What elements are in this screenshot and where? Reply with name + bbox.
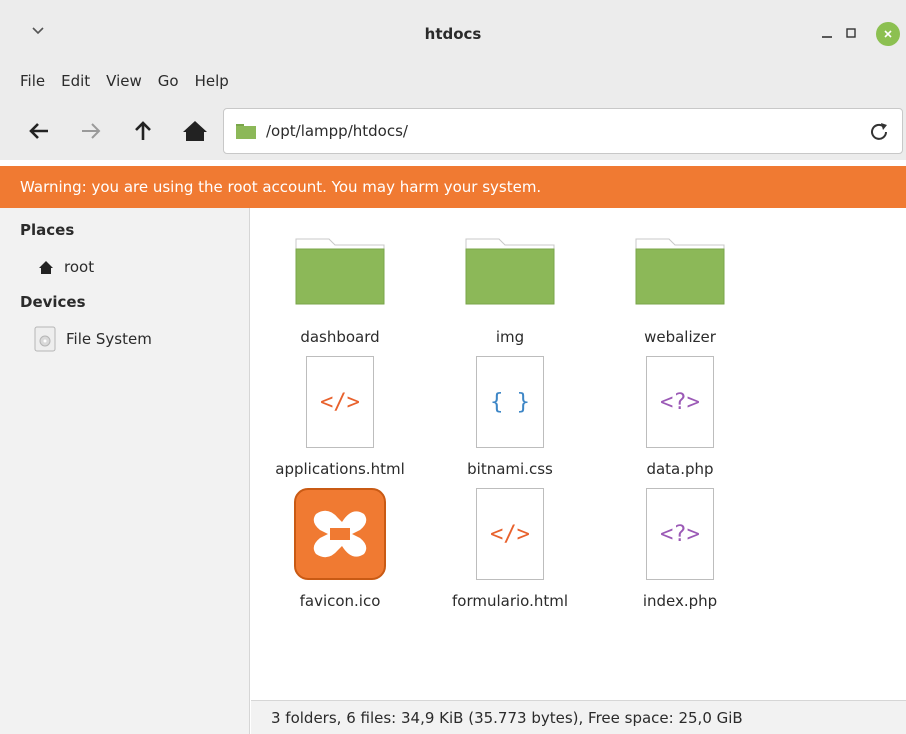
file-label: bitnami.css [467, 460, 553, 478]
window-title: htdocs [424, 25, 482, 43]
back-button[interactable] [22, 114, 56, 148]
maximize-button[interactable] [840, 22, 862, 44]
status-bar: 3 folders, 6 files: 34,9 KiB (35.773 byt… [251, 700, 906, 734]
reload-icon [871, 123, 887, 140]
file-item-dashboard[interactable]: dashboard [255, 220, 425, 350]
reload-button[interactable] [866, 119, 892, 145]
sidebar-item-root[interactable]: root [38, 254, 94, 280]
folder-icon [635, 238, 725, 305]
menu-help[interactable]: Help [195, 72, 229, 90]
file-label: index.php [642, 592, 718, 610]
arrow-left-icon [29, 123, 48, 139]
html-file-icon: </> [306, 356, 374, 448]
close-button[interactable] [876, 22, 900, 46]
warning-text: Warning: you are using the root account.… [20, 178, 542, 196]
html-file-icon: </> [476, 488, 544, 580]
file-label: formulario.html [451, 592, 569, 610]
file-item-bitnami-css[interactable]: { } bitnami.css [425, 352, 595, 482]
up-button[interactable] [126, 114, 160, 148]
file-item-img[interactable]: img [425, 220, 595, 350]
file-item-index-php[interactable]: <?> index.php [595, 484, 765, 614]
menu-go[interactable]: Go [158, 72, 179, 90]
xampp-logo-icon [294, 488, 386, 580]
menu-view[interactable]: View [106, 72, 142, 90]
file-label: webalizer [644, 328, 716, 346]
arrow-right-icon [82, 123, 101, 139]
root-warning-bar: Warning: you are using the root account.… [0, 166, 906, 208]
menu-file[interactable]: File [20, 72, 45, 90]
folder-icon [465, 238, 555, 305]
sidebar-item-label: File System [66, 330, 152, 348]
file-item-applications-html[interactable]: </> applications.html [255, 352, 425, 482]
file-item-favicon-ico[interactable]: favicon.ico [255, 484, 425, 614]
drive-icon [34, 326, 56, 352]
css-file-icon: { } [476, 356, 544, 448]
file-view: dashboard img webalizer </> applications… [251, 208, 906, 700]
file-label: img [495, 328, 525, 346]
menu-bar: File Edit View Go Help [0, 62, 906, 100]
home-icon [39, 260, 53, 274]
location-bar[interactable]: /opt/lampp/htdocs/ [223, 108, 903, 154]
status-text: 3 folders, 6 files: 34,9 KiB (35.773 byt… [271, 708, 743, 727]
folder-icon [236, 124, 256, 139]
title-bar: htdocs [0, 0, 906, 62]
sidebar-item-file-system[interactable]: File System [34, 326, 152, 352]
forward-button[interactable] [74, 114, 108, 148]
file-item-data-php[interactable]: <?> data.php [595, 352, 765, 482]
minimize-button[interactable] [816, 22, 838, 44]
sidebar-item-label: root [64, 258, 95, 276]
file-item-formulario-html[interactable]: </> formulario.html [425, 484, 595, 614]
file-label: data.php [646, 460, 714, 478]
file-label: dashboard [300, 328, 380, 346]
php-file-icon: <?> [646, 488, 714, 580]
menu-edit[interactable]: Edit [61, 72, 90, 90]
file-label: favicon.ico [299, 592, 381, 610]
php-file-icon: <?> [646, 356, 714, 448]
home-button[interactable] [178, 114, 212, 148]
path-text[interactable]: /opt/lampp/htdocs/ [266, 122, 408, 140]
sidebar-heading-devices: Devices [20, 293, 86, 311]
arrow-up-icon [135, 121, 151, 140]
sidebar-heading-places: Places [20, 221, 75, 239]
folder-icon [295, 238, 385, 305]
file-item-webalizer[interactable]: webalizer [595, 220, 765, 350]
home-icon [183, 121, 207, 141]
sidebar: Places root Devices File System [0, 208, 250, 734]
file-label: applications.html [275, 460, 405, 478]
